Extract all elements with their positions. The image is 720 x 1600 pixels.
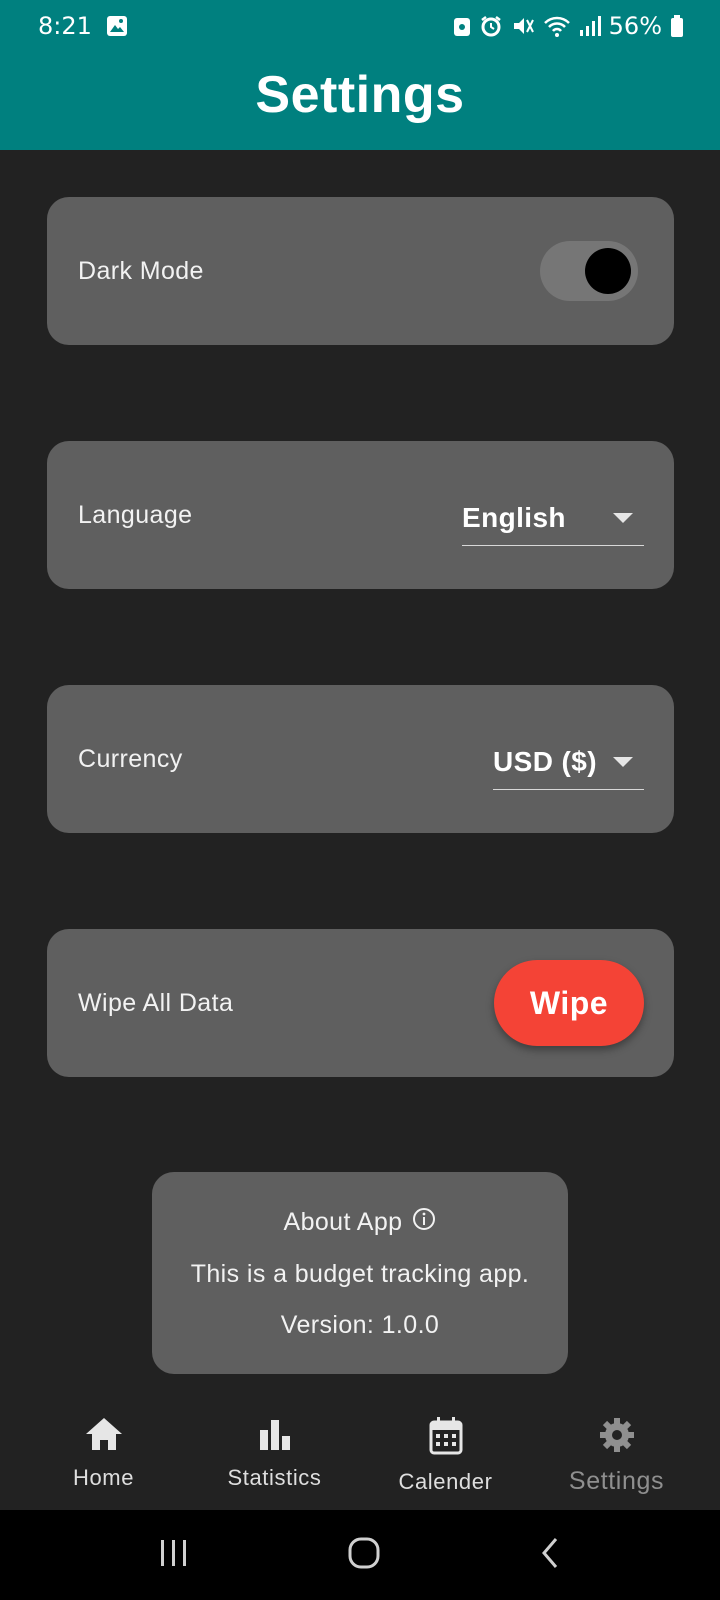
wifi-icon: [543, 14, 571, 38]
about-version: Version: 1.0.0: [280, 1310, 440, 1339]
gallery-icon: [106, 15, 128, 37]
currency-card: Currency USD ($): [47, 685, 674, 833]
dark-mode-card: Dark Mode: [47, 197, 674, 345]
currency-label: Currency: [78, 744, 183, 773]
bar-chart-icon: [257, 1416, 293, 1457]
language-value: English: [462, 501, 566, 533]
signal-icon: [579, 15, 601, 37]
gear-icon: [598, 1416, 636, 1459]
lock-icon: [453, 15, 471, 37]
about-title: About App: [283, 1207, 403, 1236]
nav-item-home[interactable]: Home: [19, 1416, 189, 1491]
wipe-label: Wipe All Data: [78, 988, 234, 1017]
dark-mode-label: Dark Mode: [78, 256, 204, 285]
mute-icon: [511, 14, 535, 38]
nav-label-settings: Settings: [568, 1467, 665, 1495]
currency-value: USD ($): [493, 745, 597, 777]
app-header: Settings: [0, 52, 720, 150]
bottom-nav: Home Statistics Calender Settings: [0, 1398, 720, 1510]
battery-text: 56%: [608, 12, 662, 40]
home-icon: [84, 1416, 124, 1457]
recent-apps-icon[interactable]: [158, 1538, 190, 1573]
alarm-icon: [479, 14, 503, 38]
about-description: This is a budget tracking app.: [190, 1259, 530, 1288]
chevron-down-icon: [613, 512, 633, 523]
chevron-down-icon: [613, 756, 633, 767]
language-label: Language: [78, 500, 193, 529]
home-button-icon[interactable]: [347, 1536, 381, 1575]
nav-label-home: Home: [72, 1465, 135, 1490]
language-card: Language English: [47, 441, 674, 589]
language-dropdown[interactable]: English: [462, 484, 644, 546]
about-card: About App This is a budget tracking app.…: [152, 1172, 568, 1374]
status-bar: 8:21 56%: [0, 0, 720, 52]
system-nav-bar: [0, 1510, 720, 1600]
nav-item-settings[interactable]: Settings: [532, 1416, 702, 1496]
nav-label-statistics: Statistics: [227, 1465, 322, 1490]
back-icon[interactable]: [538, 1536, 562, 1575]
calendar-icon: [428, 1416, 464, 1461]
page-title: Settings: [255, 66, 465, 124]
dark-mode-toggle[interactable]: [540, 241, 638, 301]
battery-icon: [670, 14, 684, 38]
about-title-row: About App: [284, 1207, 437, 1238]
info-icon[interactable]: [412, 1207, 436, 1238]
nav-label-calender: Calender: [398, 1469, 493, 1494]
status-left: 8:21: [38, 12, 128, 40]
status-right: 56%: [453, 12, 684, 40]
toggle-knob: [585, 248, 631, 294]
status-time: 8:21: [38, 12, 92, 40]
wipe-card: Wipe All Data Wipe: [47, 929, 674, 1077]
wipe-button[interactable]: Wipe: [494, 960, 644, 1046]
nav-item-statistics[interactable]: Statistics: [190, 1416, 360, 1491]
nav-item-calender[interactable]: Calender: [361, 1416, 531, 1495]
currency-dropdown[interactable]: USD ($): [493, 728, 644, 790]
